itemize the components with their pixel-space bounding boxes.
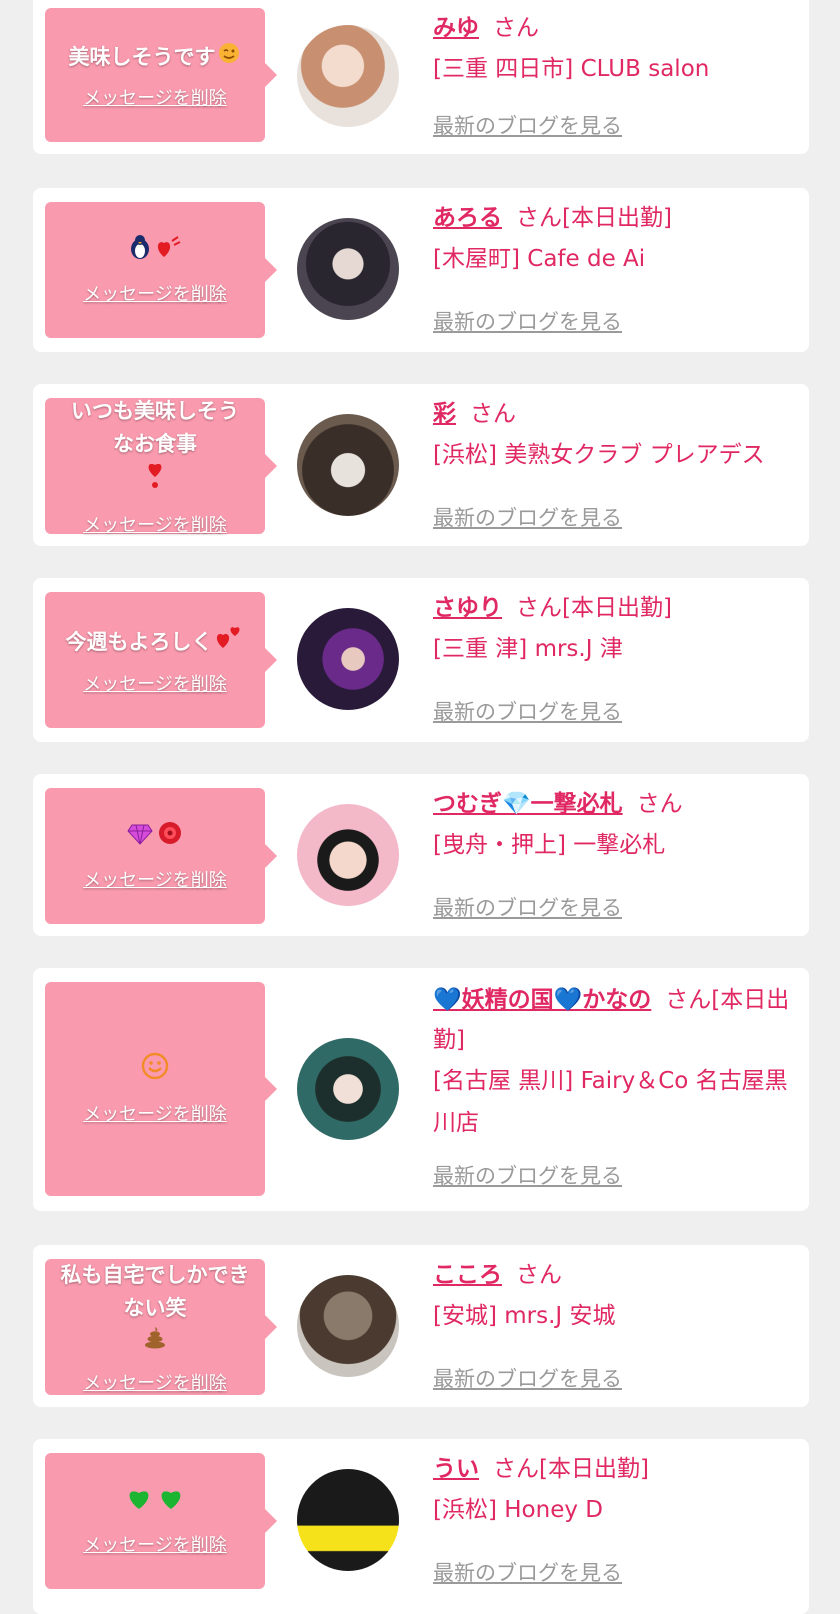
sender-name-link[interactable]: つむぎ💎一撃必札	[433, 791, 623, 817]
shop-name: [安城] mrs.J 安城	[433, 1303, 616, 1329]
shop-name: [木屋町] Cafe de Ai	[433, 246, 646, 272]
sender-status: さん[本日出勤]	[516, 595, 672, 621]
two-hearts-icon	[215, 624, 243, 660]
sender-name-link[interactable]: 💙妖精の国💙かなの	[433, 987, 651, 1013]
sender-name-link[interactable]: こころ	[433, 1262, 502, 1288]
heart-icon	[156, 235, 182, 269]
sender-name-link[interactable]: 彩	[433, 401, 456, 427]
message-text: 美味しそうです	[69, 41, 242, 74]
latest-blog-link[interactable]: 最新のブログを見る	[433, 696, 622, 726]
sender-info: 彩さん [浜松] 美熟女クラブ プレアデス 最新のブログを見る	[433, 394, 795, 530]
sender-status: さん	[493, 15, 539, 41]
delete-message-link[interactable]: メッセージを削除	[83, 1100, 227, 1126]
latest-blog-link[interactable]: 最新のブログを見る	[433, 502, 622, 532]
message-card: メッセージを削除 💙妖精の国💙かなの さん[本日出勤] [名古屋 黒川] Fair…	[33, 968, 809, 1211]
message-bubble: メッセージを削除	[45, 788, 277, 924]
message-text	[125, 820, 185, 856]
message-card: メッセージを削除 うい さん[本日出勤] [浜松] Honey D 最新のブログを…	[33, 1439, 809, 1614]
message-bubble: メッセージを削除	[45, 1453, 277, 1589]
message-bubble: いつも美味しそうなお食事 メッセージを削除	[45, 395, 277, 537]
message-bubble: 私も自宅でしかできない笑 メッセージを削除	[45, 1259, 277, 1395]
latest-blog-link[interactable]: 最新のブログを見る	[433, 892, 622, 922]
exclamation-heart-icon	[145, 461, 165, 501]
message-bubble: メッセージを削除	[45, 202, 277, 338]
message-text	[123, 1485, 187, 1521]
message-text	[126, 234, 184, 270]
message-text: 今週もよろしく	[66, 624, 245, 660]
shop-name: [浜松] Honey D	[433, 1497, 603, 1523]
sender-status: さん[本日出勤]	[493, 1456, 649, 1482]
rose-icon	[157, 820, 183, 856]
green-heart-icon	[125, 1485, 153, 1521]
sender-name-link[interactable]: さゆり	[433, 595, 502, 621]
message-card: メッセージを削除 あろる さん[本日出勤] [木屋町] Cafe de Ai 最新…	[33, 188, 809, 352]
shop-name: [曳舟・押上] 一撃必札	[433, 832, 666, 858]
shop-name: [三重 四日市] CLUB salon	[433, 56, 710, 82]
sender-info: こころ さん [安城] mrs.J 安城 最新のブログを見る	[433, 1255, 795, 1391]
avatar[interactable]	[297, 1275, 399, 1377]
smile-face-icon	[141, 1052, 169, 1090]
sender-info: うい さん[本日出勤] [浜松] Honey D 最新のブログを見る	[433, 1449, 795, 1585]
delete-message-link[interactable]: メッセージを削除	[83, 280, 227, 306]
message-card: 美味しそうです メッセージを削除 みゆ さん [三重 四日市] CLUB salo…	[33, 0, 809, 154]
message-card: いつも美味しそうなお食事 メッセージを削除 彩さん [浜松] 美熟女クラブ プレ…	[33, 384, 809, 546]
message-text: 私も自宅でしかできない笑	[57, 1259, 253, 1359]
avatar[interactable]	[297, 804, 399, 906]
gem-icon	[127, 822, 153, 855]
delete-message-link[interactable]: メッセージを削除	[83, 1531, 227, 1557]
shop-name: [名古屋 黒川] Fairy＆Co 名古屋黒川店	[433, 1068, 788, 1136]
sender-name-link[interactable]: うい	[433, 1456, 479, 1482]
message-card: 私も自宅でしかできない笑 メッセージを削除 こころ さん [安城] mrs.J 安…	[33, 1245, 809, 1407]
avatar[interactable]	[297, 1038, 399, 1140]
message-text: いつも美味しそうなお食事	[65, 395, 245, 501]
sender-status: さん	[470, 401, 516, 427]
message-text	[139, 1052, 171, 1090]
latest-blog-link[interactable]: 最新のブログを見る	[433, 110, 622, 140]
shop-name: [浜松] 美熟女クラブ プレアデス	[433, 442, 765, 468]
message-bubble: 今週もよろしく メッセージを削除	[45, 592, 277, 728]
shop-name: [三重 津] mrs.J 津	[433, 636, 623, 662]
sender-status: さん	[516, 1262, 562, 1288]
delete-message-link[interactable]: メッセージを削除	[83, 511, 227, 537]
delete-message-link[interactable]: メッセージを削除	[83, 866, 227, 892]
avatar[interactable]	[297, 25, 399, 127]
latest-blog-link[interactable]: 最新のブログを見る	[433, 1363, 622, 1393]
latest-blog-link[interactable]: 最新のブログを見る	[433, 1557, 622, 1587]
delete-message-link[interactable]: メッセージを削除	[83, 1369, 227, 1395]
message-card: メッセージを削除 つむぎ💎一撃必札 さん [曳舟・押上] 一撃必札 最新のブログを…	[33, 774, 809, 936]
avatar[interactable]	[297, 1469, 399, 1571]
delete-message-link[interactable]: メッセージを削除	[83, 84, 227, 110]
sender-info: さゆり さん[本日出勤] [三重 津] mrs.J 津 最新のブログを見る	[433, 588, 795, 724]
wink-face-icon	[218, 41, 240, 74]
delete-message-link[interactable]: メッセージを削除	[83, 670, 227, 696]
penguin-icon	[128, 234, 152, 270]
latest-blog-link[interactable]: 最新のブログを見る	[433, 1160, 622, 1190]
green-heart-icon	[157, 1485, 185, 1521]
avatar[interactable]	[297, 414, 399, 516]
message-bubble: 美味しそうです メッセージを削除	[45, 8, 277, 142]
message-card: 今週もよろしく メッセージを削除 さゆり さん[本日出勤] [三重 津] mrs.…	[33, 578, 809, 742]
sender-info: あろる さん[本日出勤] [木屋町] Cafe de Ai 最新のブログを見る	[433, 198, 795, 334]
sender-info: つむぎ💎一撃必札 さん [曳舟・押上] 一撃必札 最新のブログを見る	[433, 784, 795, 920]
message-bubble: メッセージを削除	[45, 982, 277, 1196]
sender-status: さん	[636, 791, 683, 817]
sender-status: さん[本日出勤]	[516, 205, 672, 231]
sender-info: 💙妖精の国💙かなの さん[本日出勤] [名古屋 黒川] Fairy＆Co 名古屋黒…	[433, 980, 795, 1188]
avatar[interactable]	[297, 608, 399, 710]
sender-name-link[interactable]: みゆ	[433, 15, 479, 41]
sender-info: みゆ さん [三重 四日市] CLUB salon 最新のブログを見る	[433, 8, 795, 138]
avatar[interactable]	[297, 218, 399, 320]
poop-icon	[143, 1325, 167, 1359]
sender-name-link[interactable]: あろる	[433, 205, 502, 231]
latest-blog-link[interactable]: 最新のブログを見る	[433, 306, 622, 336]
